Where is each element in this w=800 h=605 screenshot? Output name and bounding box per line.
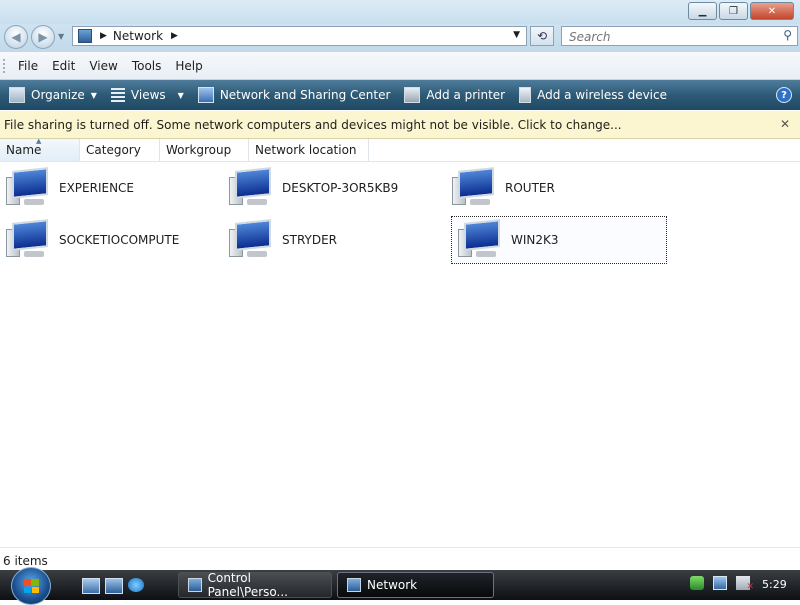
network-item-label: STRYDER: [282, 233, 338, 247]
navigation-bar: ◀ ▶ ▼ ▶ Network ▶ ▼ ⟲ ⚲: [0, 24, 800, 52]
refresh-button[interactable]: ⟲: [530, 26, 554, 46]
taskbar-button-label: Control Panel\Perso...: [207, 571, 288, 599]
help-icon[interactable]: ?: [776, 87, 792, 103]
column-header-label: Category: [86, 143, 141, 157]
column-header-network-location[interactable]: Network location: [249, 139, 369, 161]
menu-grip: [3, 58, 9, 73]
info-bar-message[interactable]: File sharing is turned off. Some network…: [4, 118, 622, 132]
computer-icon: [6, 167, 52, 209]
add-wireless-device-button[interactable]: Add a wireless device: [519, 87, 667, 103]
organize-icon: [9, 87, 25, 103]
chevron-down-icon: ▼: [177, 90, 184, 100]
breadcrumb-network[interactable]: Network: [113, 29, 163, 43]
network-item-label: ROUTER: [505, 181, 555, 195]
network-item-label: SOCKETIOCOMPUTE: [59, 233, 180, 247]
column-header-workgroup[interactable]: Workgroup: [160, 139, 249, 161]
network-status-icon[interactable]: [713, 576, 727, 590]
internet-explorer-icon[interactable]: [128, 578, 144, 592]
search-box[interactable]: ⚲: [561, 26, 798, 46]
window-controls: ▁ ❐ ✕: [686, 2, 794, 20]
network-item[interactable]: EXPERIENCE: [0, 164, 216, 212]
organize-button[interactable]: Organize ▼: [9, 87, 97, 103]
switch-windows-icon[interactable]: [105, 578, 123, 594]
column-header-name[interactable]: ▲ Name: [0, 137, 80, 161]
menu-view[interactable]: View: [89, 59, 117, 73]
network-icon: [347, 578, 361, 592]
volume-muted-icon[interactable]: ✕: [736, 576, 754, 592]
network-items-view[interactable]: EXPERIENCE DESKTOP-3OR5KB9 ROUTER SOCKET…: [0, 162, 800, 547]
taskbar-button-control-panel[interactable]: Control Panel\Perso...: [178, 571, 332, 599]
address-bar[interactable]: ▶ Network ▶ ▼: [72, 26, 527, 46]
close-button[interactable]: ✕: [750, 2, 794, 20]
start-button[interactable]: [11, 567, 51, 605]
file-sharing-info-bar[interactable]: File sharing is turned off. Some network…: [0, 111, 800, 139]
computer-icon: [6, 219, 52, 261]
network-item[interactable]: ROUTER: [446, 164, 662, 212]
views-label: Views: [130, 88, 166, 102]
menu-edit[interactable]: Edit: [52, 59, 75, 73]
security-icon[interactable]: [690, 576, 704, 590]
network-item-label: EXPERIENCE: [59, 181, 135, 195]
sort-ascending-icon: ▲: [36, 137, 42, 145]
close-icon[interactable]: ✕: [780, 117, 790, 131]
computer-icon: [458, 219, 504, 261]
computer-icon: [229, 167, 275, 209]
taskbar-button-label: Network: [367, 578, 418, 592]
network-item[interactable]: SOCKETIOCOMPUTE: [0, 216, 216, 264]
network-item[interactable]: DESKTOP-3OR5KB9: [223, 164, 439, 212]
network-item[interactable]: STRYDER: [223, 216, 439, 264]
printer-icon: [404, 87, 421, 103]
minimize-button[interactable]: ▁: [688, 2, 717, 20]
organize-label: Organize: [31, 88, 85, 102]
computer-icon: [229, 219, 275, 261]
network-item-selected[interactable]: WIN2K3: [451, 216, 667, 264]
control-panel-icon: [188, 578, 202, 592]
show-desktop-icon[interactable]: [82, 578, 100, 594]
clock[interactable]: 5:29: [762, 578, 787, 591]
column-header-category[interactable]: Category: [80, 139, 160, 161]
status-bar: 6 items: [0, 547, 800, 571]
network-sharing-center-button[interactable]: Network and Sharing Center: [197, 87, 391, 103]
wireless-device-icon: [519, 87, 532, 103]
views-icon: [110, 88, 125, 102]
column-headers: ▲ Name Category Workgroup Network locati…: [0, 137, 800, 162]
menu-bar: File Edit View Tools Help: [0, 52, 800, 80]
search-icon[interactable]: ⚲: [783, 28, 792, 42]
system-tray: ✕: [690, 576, 759, 592]
views-button[interactable]: Views ▼: [110, 88, 184, 102]
taskbar: Control Panel\Perso... Network ✕ 5:29: [0, 567, 800, 605]
forward-button[interactable]: ▶: [31, 25, 55, 49]
computer-icon: [452, 167, 498, 209]
address-dropdown-icon[interactable]: ▼: [513, 30, 520, 40]
add-printer-label: Add a printer: [426, 88, 506, 102]
add-wireless-label: Add a wireless device: [537, 88, 667, 102]
network-sharing-icon: [197, 87, 214, 103]
chevron-down-icon: ▼: [90, 90, 97, 100]
network-item-label: DESKTOP-3OR5KB9: [282, 181, 399, 195]
command-bar: Organize ▼ Views ▼ Network and Sharing C…: [0, 80, 800, 110]
menu-file[interactable]: File: [18, 59, 38, 73]
network-icon: [78, 29, 92, 43]
maximize-button[interactable]: ❐: [719, 2, 748, 20]
network-item-label: WIN2K3: [511, 233, 559, 247]
breadcrumb-arrow-icon[interactable]: ▶: [100, 31, 107, 41]
back-button[interactable]: ◀: [4, 25, 28, 49]
windows-flag-icon: [24, 579, 39, 593]
taskbar-button-network[interactable]: Network: [337, 572, 494, 598]
column-header-label: Name: [6, 143, 42, 157]
breadcrumb-arrow-icon[interactable]: ▶: [171, 31, 178, 41]
menu-tools[interactable]: Tools: [132, 59, 162, 73]
item-count: 6 items: [3, 554, 48, 568]
recent-pages-dropdown-icon[interactable]: ▼: [58, 32, 64, 41]
column-header-label: Network location: [255, 143, 357, 157]
title-bar: ▁ ❐ ✕: [0, 0, 800, 24]
column-header-label: Workgroup: [166, 143, 232, 157]
network-sharing-label: Network and Sharing Center: [219, 88, 391, 102]
add-printer-button[interactable]: Add a printer: [404, 87, 505, 103]
search-input[interactable]: [567, 28, 771, 46]
menu-help[interactable]: Help: [175, 59, 202, 73]
